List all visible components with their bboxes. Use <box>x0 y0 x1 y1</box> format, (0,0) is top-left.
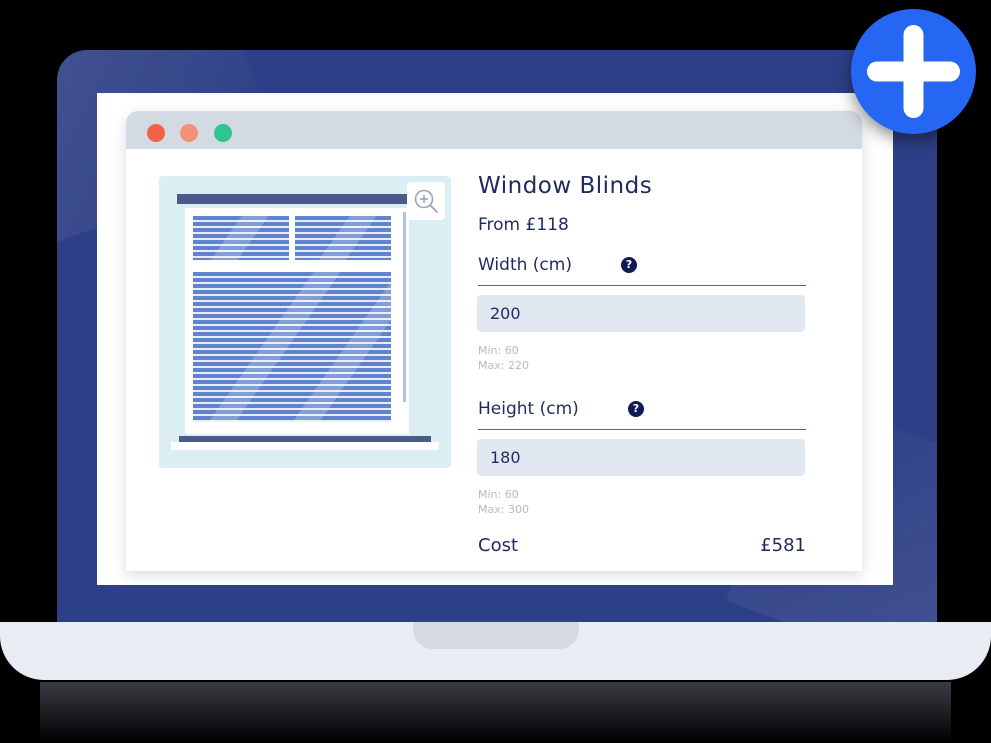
window-pane <box>193 216 289 260</box>
close-window-button[interactable] <box>147 124 165 142</box>
window-pane <box>193 272 391 422</box>
blind-headrail <box>177 194 409 204</box>
window-frame <box>185 208 409 434</box>
price-from: From £118 <box>478 215 569 235</box>
maximize-window-button[interactable] <box>214 124 232 142</box>
product-image <box>159 176 451 468</box>
minimize-window-button[interactable] <box>180 124 198 142</box>
window-sill <box>171 442 439 450</box>
width-min-hint: Min: 60 <box>478 344 519 357</box>
cost-label: Cost <box>478 535 519 556</box>
browser-window: Window Blinds From £118 Width (cm) ? Min… <box>126 111 862 571</box>
width-input[interactable] <box>477 295 805 332</box>
width-label: Width (cm) <box>478 255 572 275</box>
blind-cord <box>403 212 406 402</box>
product-title: Window Blinds <box>478 173 653 199</box>
height-input[interactable] <box>477 439 805 476</box>
height-label: Height (cm) <box>478 399 579 419</box>
height-min-hint: Min: 60 <box>478 488 519 501</box>
cost-value: £581 <box>760 535 806 556</box>
window-pane <box>295 216 391 260</box>
laptop-reflection <box>40 682 951 743</box>
plus-icon <box>867 25 960 118</box>
height-help-icon[interactable]: ? <box>628 401 644 417</box>
add-button[interactable] <box>851 9 976 134</box>
width-max-hint: Max: 220 <box>478 359 529 372</box>
width-divider <box>478 285 806 286</box>
zoom-button[interactable] <box>407 182 445 220</box>
window-titlebar <box>126 111 862 149</box>
zoom-in-icon <box>414 189 438 213</box>
height-divider <box>478 429 806 430</box>
laptop-base <box>0 622 991 680</box>
height-max-hint: Max: 300 <box>478 503 529 516</box>
width-help-icon[interactable]: ? <box>621 257 637 273</box>
laptop-notch <box>413 622 579 649</box>
